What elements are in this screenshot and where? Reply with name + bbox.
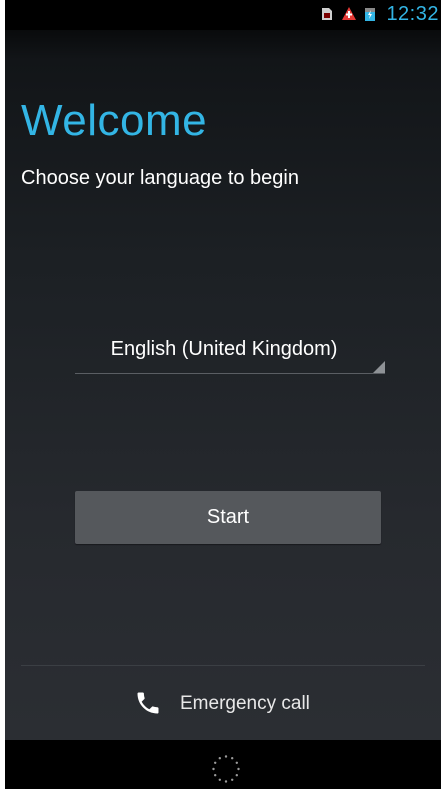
welcome-subtitle: Choose your language to begin [21,167,299,189]
dropdown-triangle-icon [373,361,385,373]
spinner-underline [75,373,385,374]
alert-icon [342,7,356,20]
emergency-call-label: Emergency call [180,693,310,714]
status-time: 12:32 [386,3,439,25]
language-selected-value: English (United Kingdom) [110,338,338,360]
language-spinner[interactable]: English (United Kingdom) [75,330,385,374]
emergency-call-button[interactable]: Emergency call [130,685,330,723]
loading-spinner-icon [212,755,240,783]
start-button[interactable]: Start [75,491,381,544]
battery-icon [365,8,375,21]
divider [21,665,425,666]
welcome-title: Welcome [21,96,208,145]
navigation-bar [5,740,441,789]
sim-card-icon [322,8,332,20]
phone-screen: 12:32 Welcome Choose your language to be… [5,0,441,789]
phone-icon [137,692,159,714]
status-bar: 12:32 [5,0,441,30]
